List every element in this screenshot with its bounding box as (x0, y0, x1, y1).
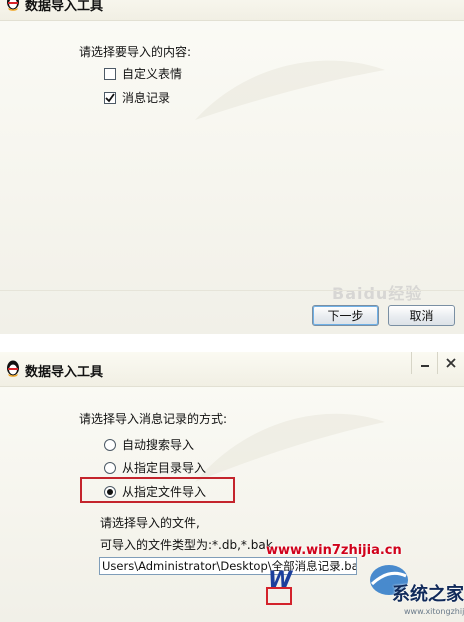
logo-frame (266, 587, 292, 605)
radio-icon[interactable] (104, 438, 116, 451)
option-message-history[interactable]: 消息记录 (104, 89, 170, 106)
checkbox-icon[interactable] (104, 67, 116, 80)
dialog-step1: 数据导入工具 请选择要导入的内容: 自定义表情 消息记录 Baidu经验 下一步… (0, 0, 464, 334)
option-auto-search[interactable]: 自动搜索导入 (104, 436, 194, 453)
file-prompt: 请选择导入的文件, (100, 516, 200, 530)
option-from-directory[interactable]: 从指定目录导入 (104, 459, 206, 476)
checkbox-icon[interactable] (104, 91, 116, 104)
dialog-step2: 数据导入工具 请选择导入消息记录的方式: 自动搜索导入 从指定目录导入 从指定文… (0, 352, 464, 622)
cancel-button[interactable]: 取消 (388, 305, 455, 326)
method-prompt: 请选择导入消息记录的方式: (79, 412, 228, 426)
logo-url: www.xitongzhijia.net (404, 607, 464, 616)
file-types: 可导入的文件类型为:*.db,*.bak (100, 538, 273, 552)
title-bar[interactable]: 数据导入工具 (0, 352, 464, 387)
window-title: 数据导入工具 (25, 365, 104, 380)
button-bar: 下一步 取消 (0, 290, 464, 334)
title-bar[interactable]: 数据导入工具 (0, 0, 464, 21)
qq-penguin-icon (7, 0, 19, 11)
window-title: 数据导入工具 (25, 0, 104, 14)
close-icon (446, 358, 456, 368)
content-prompt: 请选择要导入的内容: (79, 45, 192, 59)
option-label: 自定义表情 (122, 67, 183, 81)
option-label: 消息记录 (122, 91, 171, 105)
logo-name: 系统之家 (392, 584, 464, 605)
site-url-watermark: www.win7zhijia.cn (266, 543, 402, 558)
minimize-icon (421, 365, 429, 367)
checkmark-icon (105, 92, 115, 102)
file-path-input[interactable]: Users\Administrator\Desktop\全部消息记录.bak (99, 557, 357, 575)
option-custom-emoticons[interactable]: 自定义表情 (104, 65, 182, 82)
separator (0, 334, 464, 352)
feather-watermark (195, 60, 385, 120)
radio-icon[interactable] (104, 461, 116, 474)
qq-penguin-icon (7, 360, 19, 377)
highlight-box (80, 477, 235, 503)
close-button[interactable] (437, 352, 464, 374)
minimize-button[interactable] (411, 352, 438, 374)
next-button[interactable]: 下一步 (312, 305, 379, 326)
option-label: 自动搜索导入 (122, 438, 195, 452)
option-label: 从指定目录导入 (122, 461, 207, 475)
